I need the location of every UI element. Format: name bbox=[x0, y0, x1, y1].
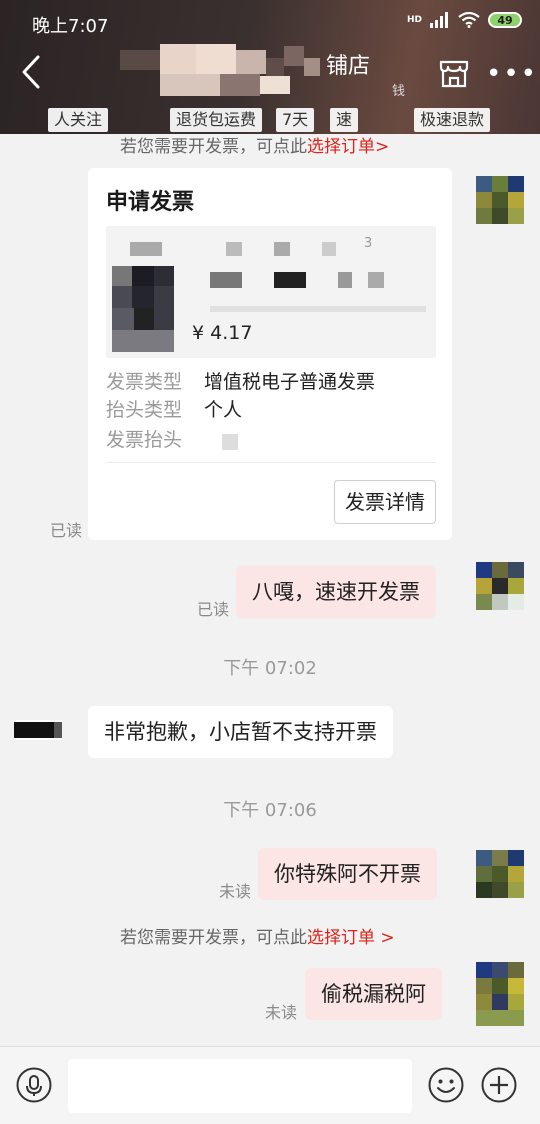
read-status: 已读 bbox=[197, 600, 230, 619]
microphone-icon[interactable] bbox=[16, 1067, 52, 1103]
card-divider bbox=[106, 462, 436, 463]
product-price: ¥ 4.17 bbox=[192, 322, 253, 344]
chat-bubble-outgoing[interactable]: 八嘎，速速开发票 bbox=[236, 566, 436, 618]
chat-header: 晚上7:07 HD 49 铺店 钱 ••• 人关注 退货包运费 7天 速 极速退… bbox=[0, 0, 540, 134]
invoice-type-row: 发票类型 增值税电子普通发票 bbox=[106, 368, 375, 396]
time-separator: 下午 07:02 bbox=[223, 658, 317, 679]
invoice-header-row: 发票抬头 bbox=[106, 426, 238, 454]
system-notice-top: 若您需要开发票，可点此选择订单> bbox=[120, 136, 390, 157]
user-avatar[interactable] bbox=[476, 176, 524, 224]
message-input[interactable] bbox=[68, 1059, 412, 1113]
tag-free-return-shipping: 退货包运费 bbox=[170, 108, 263, 132]
invoice-header-blur bbox=[222, 434, 238, 450]
store-icon[interactable] bbox=[438, 58, 470, 90]
chevron-right-icon: > bbox=[375, 137, 390, 157]
battery-icon: 49 bbox=[488, 12, 522, 28]
system-notice: 若您需要开发票，可点此选择订单 > bbox=[120, 923, 395, 948]
user-avatar[interactable] bbox=[476, 562, 524, 610]
title-type-label: 抬头类型 bbox=[106, 399, 183, 421]
price-suffix: 3 bbox=[364, 236, 373, 251]
product-preview: 3 ¥ 4.17 bbox=[106, 226, 436, 358]
notice-text: 若您需要开发票，可点此 bbox=[120, 137, 307, 157]
wifi-icon bbox=[458, 12, 480, 28]
chat-bubble-outgoing[interactable]: 偷税漏税阿 bbox=[305, 968, 442, 1020]
invoice-type-value: 增值税电子普通发票 bbox=[204, 371, 376, 393]
hd-icon: HD bbox=[406, 14, 422, 25]
invoice-header-label: 发票抬头 bbox=[106, 429, 183, 451]
chat-input-bar bbox=[0, 1046, 540, 1124]
chat-bubble-incoming[interactable]: 非常抱歉，小店暂不支持开票 bbox=[88, 706, 393, 758]
title-type-row: 抬头类型 个人 bbox=[106, 396, 242, 424]
status-time: 晚上7:07 bbox=[32, 16, 109, 37]
tag-7-days: 7天 bbox=[276, 108, 315, 132]
read-status: 已读 bbox=[50, 521, 83, 540]
unread-status: 未读 bbox=[219, 882, 252, 901]
shop-subtitle-visible: 钱 bbox=[392, 84, 406, 99]
tag-fast-refund: 极速退款 bbox=[414, 108, 491, 132]
signal-icon bbox=[430, 12, 448, 28]
title-type-value: 个人 bbox=[204, 399, 243, 421]
user-avatar[interactable] bbox=[476, 962, 524, 1026]
shop-title-blurred[interactable]: 铺店 钱 bbox=[120, 44, 405, 99]
invoice-type-label: 发票类型 bbox=[106, 371, 183, 393]
invoice-detail-button[interactable]: 发票详情 bbox=[334, 480, 436, 524]
more-menu-icon[interactable]: ••• bbox=[486, 61, 538, 87]
notice-text: 若您需要开发票，可点此 bbox=[120, 928, 307, 948]
chat-bubble-outgoing[interactable]: 你特殊阿不开票 bbox=[258, 848, 437, 900]
tag-followers: 人关注 bbox=[48, 108, 109, 132]
time-separator: 下午 07:06 bbox=[223, 800, 317, 821]
shop-tags: 人关注 退货包运费 7天 速 极速退款 bbox=[0, 104, 540, 134]
product-image bbox=[112, 266, 174, 352]
user-avatar[interactable] bbox=[476, 850, 524, 898]
shop-avatar[interactable] bbox=[14, 710, 62, 750]
status-icons: HD 49 bbox=[407, 12, 522, 28]
back-arrow-icon[interactable] bbox=[16, 54, 46, 90]
shop-title-visible: 铺店 bbox=[326, 54, 371, 79]
select-order-link[interactable]: 选择订单 > bbox=[307, 928, 395, 948]
unread-status: 未读 bbox=[265, 1003, 298, 1022]
tag-fast: 速 bbox=[330, 108, 359, 132]
emoji-icon[interactable] bbox=[428, 1067, 464, 1103]
status-bar: 晚上7:07 HD 49 bbox=[0, 0, 540, 46]
invoice-card-title: 申请发票 bbox=[106, 190, 195, 215]
invoice-card[interactable]: 申请发票 3 ¥ 4.17 发票类型 增值税电子普通发票 抬头类型 个人 发票抬头 bbox=[88, 168, 452, 540]
select-order-link[interactable]: 选择订单 bbox=[307, 137, 375, 157]
plus-icon[interactable] bbox=[481, 1067, 517, 1103]
